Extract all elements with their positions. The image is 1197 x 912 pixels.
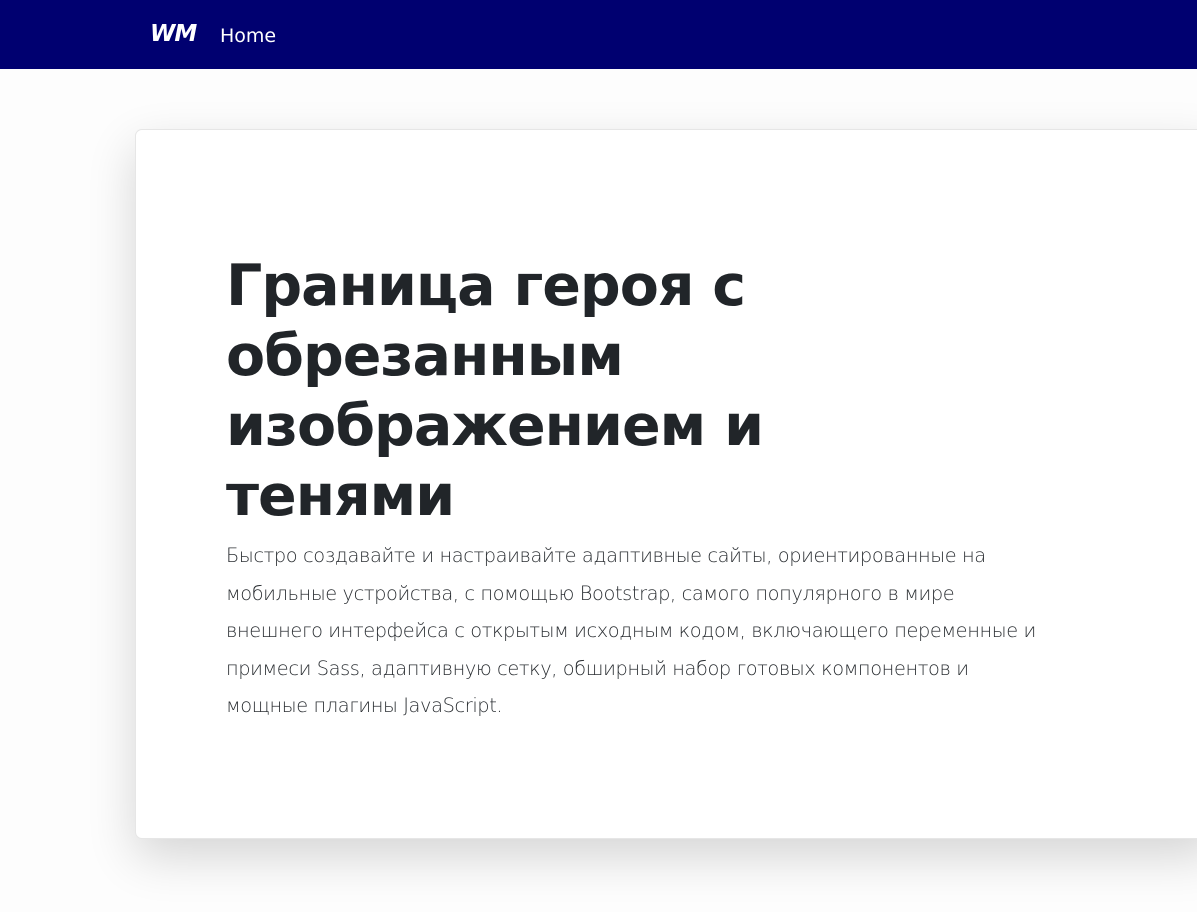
hero-title: Граница героя с обрезанным изображением … [226, 253, 764, 529]
brand-logo[interactable]: WM [150, 18, 197, 50]
hero-lead-text: Быстро создавайте и настраивайте адаптив… [226, 544, 1036, 717]
top-navbar: WM Home [0, 0, 1197, 69]
nav-link-home[interactable]: Home [220, 22, 276, 50]
